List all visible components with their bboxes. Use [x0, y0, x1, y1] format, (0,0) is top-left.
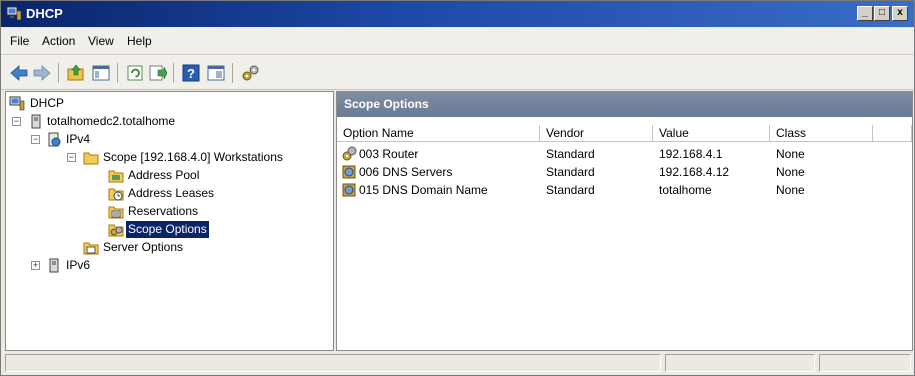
menu-file[interactable]: File	[10, 34, 29, 48]
menu-bar: File Action View Help	[1, 28, 914, 55]
minimize-button[interactable]: _	[857, 6, 873, 21]
option-name: 006 DNS Servers	[359, 165, 453, 179]
expand-toggle[interactable]: +	[31, 261, 40, 270]
tree-label: Address Leases	[128, 186, 215, 200]
option-vendor: Standard	[546, 147, 595, 161]
reservations-icon	[108, 206, 124, 219]
collapse-toggle[interactable]: −	[12, 117, 21, 126]
dhcp-window: DHCP _ □ x File Action View Help ? DHCP …	[0, 0, 915, 376]
address-leases-icon	[108, 188, 124, 201]
table-row[interactable]: 006 DNS Servers Standard 192.168.4.12 No…	[337, 163, 912, 181]
column-option-name[interactable]: Option Name	[337, 125, 540, 142]
column-filler	[873, 125, 912, 142]
status-panel-secondary	[665, 354, 815, 372]
properties-icon[interactable]	[206, 63, 226, 83]
help-icon[interactable]: ?	[181, 63, 201, 83]
dns-domain-option-icon	[342, 183, 356, 197]
menu-action[interactable]: Action	[42, 34, 75, 48]
show-hide-tree-icon[interactable]	[91, 63, 111, 83]
option-value: 192.168.4.1	[659, 147, 723, 161]
tree-label: DHCP	[30, 96, 65, 110]
router-option-icon	[342, 146, 357, 161]
tree-label: IPv4	[66, 132, 91, 146]
dhcp-icon	[9, 96, 25, 111]
server-options-icon	[83, 242, 99, 255]
table-row[interactable]: 015 DNS Domain Name Standard totalhome N…	[337, 181, 912, 199]
toolbar-separator	[117, 63, 118, 83]
details-header: Scope Options	[337, 92, 912, 117]
toolbar-separator	[58, 63, 59, 83]
menu-help[interactable]: Help	[127, 34, 152, 48]
toolbar-separator	[173, 63, 174, 83]
menu-view[interactable]: View	[88, 34, 114, 48]
status-panel-tertiary	[819, 354, 911, 372]
tree-label: Scope [192.168.4.0] Workstations	[103, 150, 283, 164]
ipv6-icon	[49, 258, 59, 273]
tree-label: Address Pool	[128, 168, 200, 182]
ipv4-icon	[48, 132, 61, 147]
scope-options-icon	[108, 224, 124, 237]
status-panel-main	[5, 354, 661, 372]
column-value[interactable]: Value	[653, 125, 770, 142]
option-name: 015 DNS Domain Name	[359, 183, 488, 197]
export-list-icon[interactable]	[148, 63, 168, 83]
tree-label: Reservations	[128, 204, 199, 218]
option-vendor: Standard	[546, 183, 595, 197]
status-bar	[1, 352, 914, 375]
dhcp-app-icon	[6, 6, 22, 21]
dhcp-options-icon[interactable]	[240, 63, 260, 83]
tree-label: Server Options	[103, 240, 184, 254]
forward-arrow-icon[interactable]	[32, 63, 52, 83]
svg-text:?: ?	[187, 66, 195, 81]
dns-option-icon	[342, 165, 356, 179]
option-value: totalhome	[659, 183, 712, 197]
folder-icon	[83, 152, 99, 165]
option-class: None	[776, 183, 805, 197]
address-pool-icon	[108, 170, 124, 183]
option-vendor: Standard	[546, 165, 595, 179]
title-bar[interactable]: DHCP _ □ x	[1, 1, 914, 27]
collapse-toggle[interactable]: −	[31, 135, 40, 144]
tree-label: Scope Options	[126, 221, 209, 238]
up-folder-icon[interactable]	[66, 63, 86, 83]
toolbar-separator	[232, 63, 233, 83]
toolbar: ?	[1, 55, 914, 90]
window-title: DHCP	[26, 6, 63, 21]
refresh-icon[interactable]	[125, 63, 145, 83]
option-name: 003 Router	[359, 147, 419, 161]
column-vendor[interactable]: Vendor	[540, 125, 653, 142]
column-class[interactable]: Class	[770, 125, 873, 142]
table-row[interactable]: 003 Router Standard 192.168.4.1 None	[337, 145, 912, 163]
server-icon	[31, 114, 41, 129]
option-class: None	[776, 147, 805, 161]
maximize-button[interactable]: □	[874, 6, 890, 21]
close-button[interactable]: x	[892, 6, 908, 21]
back-arrow-icon[interactable]	[9, 63, 29, 83]
tree-label: IPv6	[66, 258, 91, 272]
collapse-toggle[interactable]: −	[67, 153, 76, 162]
option-value: 192.168.4.12	[659, 165, 730, 179]
option-class: None	[776, 165, 805, 179]
console-tree[interactable]: DHCP − totalhomedc2.totalhome − IPv4 − S…	[5, 91, 334, 351]
tree-label: totalhomedc2.totalhome	[47, 114, 176, 128]
details-pane[interactable]: Scope Options Option Name Vendor Value C…	[336, 91, 913, 351]
